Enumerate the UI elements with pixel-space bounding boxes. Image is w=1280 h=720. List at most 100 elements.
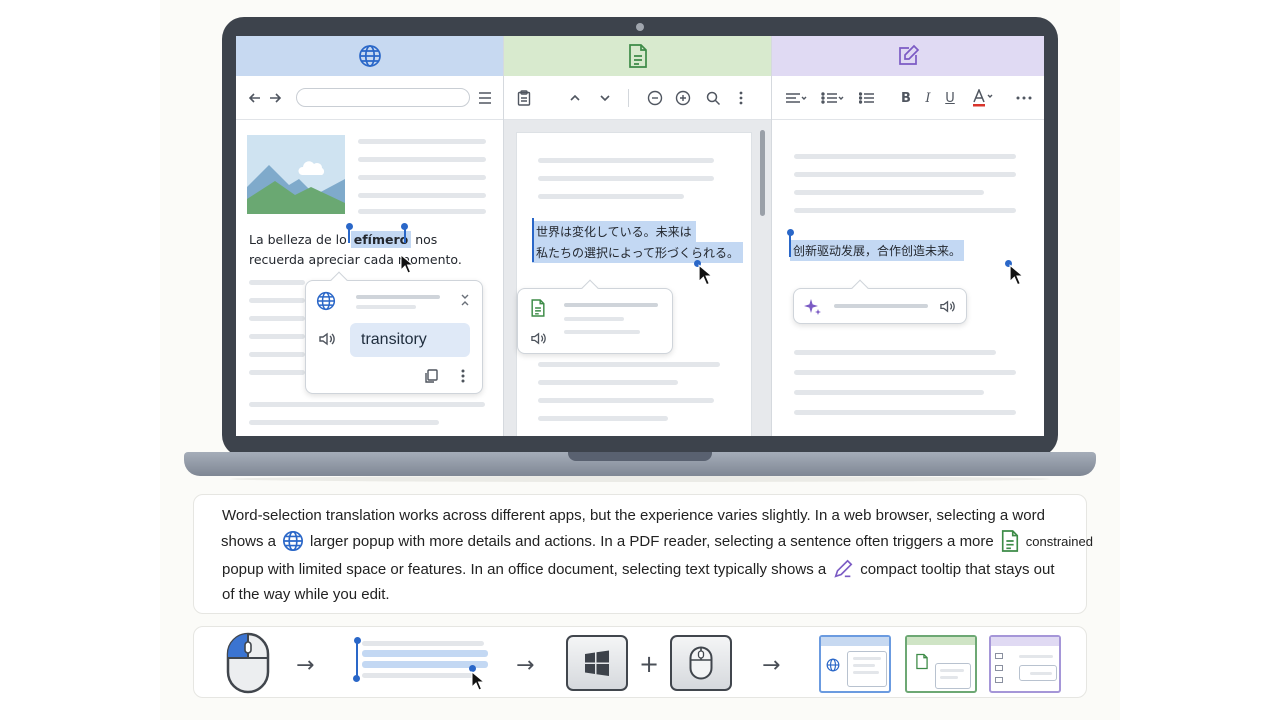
window-titlebar [907, 637, 975, 645]
window-titlebar [991, 637, 1059, 646]
italic-button[interactable]: I [920, 88, 936, 108]
mouse-icon [689, 646, 713, 680]
caption-text: larger popup with more details and actio… [310, 532, 994, 550]
pdf-panel-header [504, 36, 771, 76]
selection-handle-stem [404, 227, 406, 243]
mini-checkbox [995, 665, 1003, 671]
text-placeholder-line [249, 420, 439, 425]
text-placeholder-line [249, 334, 305, 339]
text-placeholder-line [794, 154, 1016, 159]
popup-placeholder-line [356, 295, 440, 299]
bold-button[interactable]: B [898, 88, 914, 108]
translation-popup-constrained [517, 279, 673, 354]
globe-icon [358, 45, 381, 67]
speaker-icon[interactable] [939, 299, 956, 314]
caption-text: compact tooltip that stays out [860, 560, 1055, 578]
page-up-chevron-icon[interactable] [566, 88, 584, 108]
pdf-scrollbar[interactable] [760, 130, 765, 216]
selected-sentence[interactable]: 创新驱动发展，合作创造未来。 [790, 240, 965, 261]
selected-sentence-line[interactable]: 世界は変化している。未来は [532, 221, 696, 242]
text-placeholder-line [538, 158, 714, 163]
pencil-edit-icon [899, 44, 920, 65]
flow-arrow: → [516, 653, 535, 678]
search-icon[interactable] [704, 88, 722, 108]
office-toolbar: B I U [772, 76, 1044, 120]
globe-icon [282, 530, 304, 552]
selected-line [362, 650, 488, 657]
text-placeholder-line [794, 190, 984, 195]
selection-handle-stem [532, 218, 534, 262]
bullet-list-icon[interactable] [858, 88, 876, 108]
caption-line: shows a larger popup with more details a… [221, 530, 1093, 552]
popup-placeholder-line [356, 305, 416, 309]
toolbar-divider [628, 89, 629, 107]
more-horizontal-icon[interactable] [1014, 88, 1034, 108]
translation-result: transitory [350, 323, 470, 357]
page-down-chevron-icon[interactable] [596, 88, 614, 108]
document-icon [628, 44, 647, 68]
text-placeholder-line [358, 157, 486, 162]
numbered-list-icon[interactable] [820, 88, 846, 108]
article-image [247, 135, 345, 214]
sparkle-icon [804, 299, 821, 315]
zoom-in-icon[interactable] [674, 88, 692, 108]
text-placeholder-line [358, 193, 486, 198]
text-placeholder-line [794, 172, 1016, 177]
text-placeholder-line [249, 402, 485, 407]
forward-arrow-icon[interactable] [266, 88, 284, 108]
translation-popup-large: transitory [305, 271, 483, 394]
back-arrow-icon[interactable] [246, 88, 264, 108]
text-placeholder-line [1030, 672, 1052, 675]
paragraph-text: La belleza de lo [249, 232, 347, 247]
flow-arrow: → [296, 653, 315, 678]
popup-pointer [851, 279, 869, 297]
align-menu-icon[interactable] [784, 88, 808, 108]
address-bar[interactable] [296, 88, 470, 107]
more-options-icon[interactable] [734, 88, 748, 108]
text-placeholder-line [358, 175, 486, 180]
browser-panel: La belleza de lo efímero nos recuerda ap… [236, 36, 504, 436]
pdf-toolbar [504, 76, 771, 120]
text-placeholder-line [940, 676, 958, 679]
text-selection-illustration [353, 637, 494, 693]
font-color-button[interactable] [970, 88, 996, 108]
text-placeholder-line [538, 398, 714, 403]
cursor-icon [400, 254, 414, 274]
selection-handle-stem [356, 642, 358, 678]
text-placeholder-line [249, 280, 305, 285]
cursor-icon [698, 264, 713, 286]
cursor-icon [471, 671, 485, 691]
mini-checkbox [995, 677, 1003, 683]
laptop-screen: La belleza de lo efímero nos recuerda ap… [236, 36, 1044, 436]
selected-sentence-line[interactable]: 私たちの選択によって形づくられる。 [532, 242, 744, 263]
popup-placeholder-line [564, 317, 624, 321]
office-document-panel: B I U 创新驱动发展，合作创造未来。 [772, 36, 1044, 436]
laptop-shadow [230, 476, 1050, 482]
selected-word[interactable]: efímero [350, 231, 412, 248]
mouse-icon [226, 632, 270, 694]
caption-text: shows a [221, 532, 277, 550]
zoom-out-icon[interactable] [646, 88, 664, 108]
hamburger-menu-icon[interactable] [476, 88, 494, 108]
text-placeholder-line [538, 380, 678, 385]
text-placeholder-line [794, 370, 1016, 375]
caption-text: constrained [1025, 533, 1093, 549]
text-placeholder-line [794, 390, 984, 395]
underline-button[interactable]: U [942, 88, 958, 108]
text-placeholder-line [362, 641, 484, 646]
more-options-icon[interactable] [460, 368, 466, 384]
workflow-strip: → → + → [193, 626, 1087, 698]
copy-icon[interactable] [423, 368, 439, 384]
selection-handle-stem [348, 227, 350, 243]
collapse-chevron-icon[interactable] [459, 293, 471, 307]
globe-icon [826, 658, 840, 672]
speaker-icon[interactable] [318, 331, 336, 347]
speaker-icon[interactable] [530, 331, 547, 346]
document-icon [916, 653, 928, 670]
clipboard-icon[interactable] [514, 88, 534, 108]
laptop-opening-notch [568, 452, 712, 461]
text-placeholder-line [794, 208, 1016, 213]
office-panel-header [772, 36, 1044, 76]
windows-key-icon [585, 650, 609, 676]
text-placeholder-line [249, 352, 305, 357]
